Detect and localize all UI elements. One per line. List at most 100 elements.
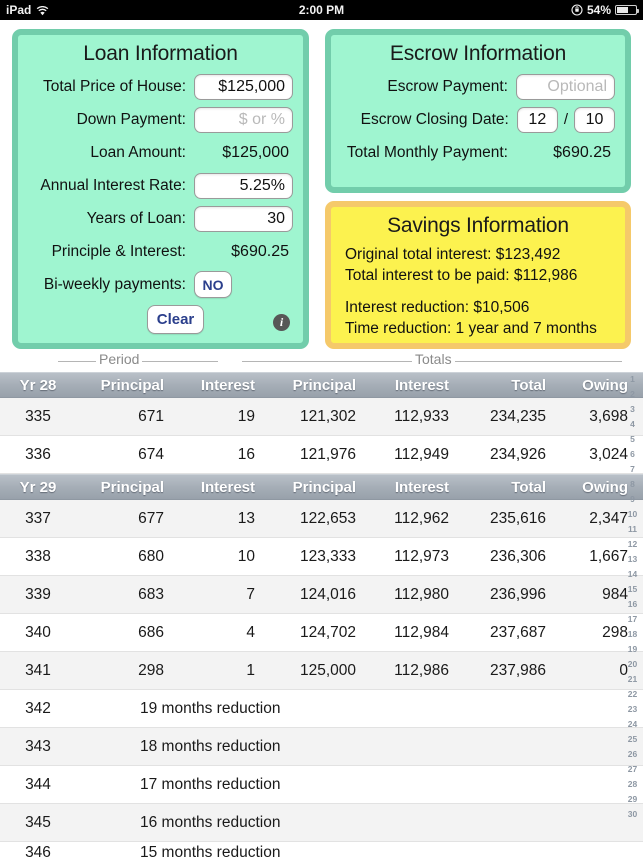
table-cell: 10	[237, 547, 255, 565]
table-cell: 234,235	[489, 407, 546, 425]
down-payment-input[interactable]: $ or %	[194, 106, 293, 133]
index-entry[interactable]: 7	[630, 462, 635, 477]
column-header: Owing	[582, 478, 628, 496]
index-entry[interactable]: 10	[628, 507, 637, 522]
column-header: Interest	[394, 478, 449, 496]
years-of-loan-input[interactable]: 30	[194, 205, 293, 232]
table-row[interactable]: 337 677 13 122,653 112,962 235,616 2,347	[0, 500, 643, 537]
escrow-panel-title: Escrow Information	[389, 42, 567, 65]
index-entry[interactable]: 11	[628, 522, 637, 537]
column-header: Interest	[200, 376, 255, 394]
interest-rate-row: Annual Interest Rate: 5.25%	[18, 169, 303, 202]
total-price-input[interactable]: $125,000	[194, 73, 293, 100]
savings-panel-title: Savings Information	[387, 214, 569, 237]
escrow-payment-label: Escrow Payment:	[387, 77, 508, 95]
index-entry[interactable]: 29	[628, 792, 637, 807]
wifi-icon	[36, 5, 49, 16]
table-row[interactable]: 336 674 16 121,976 112,949 234,926 3,024	[0, 436, 643, 473]
index-entry[interactable]: 22	[628, 687, 637, 702]
section-index-bar[interactable]: 1 2 3 4 5 6 7 8 9 10 11 12 13 14 15 16 17 18 19 20 21 22 23 24 2…	[624, 372, 641, 822]
index-entry[interactable]: 4	[630, 417, 635, 432]
principle-interest-row: Principle & Interest: $690.25	[18, 235, 303, 268]
index-entry[interactable]: 8	[630, 477, 635, 492]
index-entry[interactable]: 28	[628, 777, 637, 792]
index-entry[interactable]: 16	[628, 597, 637, 612]
column-header: Principal	[292, 478, 356, 496]
total-monthly-payment-value: $690.25	[553, 143, 611, 161]
info-icon[interactable]: i	[273, 314, 290, 331]
index-entry[interactable]: 21	[628, 672, 637, 687]
table-row[interactable]: 339 683 7 124,016 112,980 236,996 984	[0, 576, 643, 613]
loan-panel-title: Loan Information	[83, 42, 238, 65]
reduction-note: 18 months reduction	[140, 737, 281, 755]
column-header: Principal	[100, 478, 164, 496]
year-header-row: Yr 28 Principal Interest Principal Interest T…	[0, 372, 643, 398]
index-entry[interactable]: 1	[630, 372, 635, 387]
table-cell: 345	[25, 813, 51, 831]
period-group-label: Period	[96, 351, 143, 367]
escrow-closing-month-input[interactable]: 12	[516, 106, 558, 133]
table-cell: 337	[25, 509, 51, 527]
reduction-note: 16 months reduction	[140, 813, 281, 831]
index-entry[interactable]: 15	[628, 582, 637, 597]
escrow-information-panel: Escrow Information Escrow Payment: Optio…	[325, 29, 631, 193]
table-cell: 112,933	[394, 407, 449, 425]
table-cell: 343	[25, 737, 51, 755]
index-entry[interactable]: 18	[628, 627, 637, 642]
table-cell: 680	[138, 547, 164, 565]
index-entry[interactable]: 13	[628, 552, 637, 567]
index-entry[interactable]: 30	[628, 807, 637, 822]
principle-interest-label: Principle & Interest:	[51, 242, 186, 260]
table-cell: 3,698	[589, 407, 628, 425]
index-entry[interactable]: 2	[630, 387, 635, 402]
interest-rate-label: Annual Interest Rate:	[40, 176, 186, 194]
table-row[interactable]: 340 686 4 124,702 112,984 237,687 298	[0, 614, 643, 651]
table-cell: 237,687	[489, 623, 546, 641]
biweekly-toggle-button[interactable]: NO	[194, 271, 232, 298]
index-entry[interactable]: 19	[628, 642, 637, 657]
escrow-closing-date-label: Escrow Closing Date:	[360, 110, 509, 128]
table-row[interactable]: 341 298 1 125,000 112,986 237,986 0	[0, 652, 643, 689]
index-entry[interactable]: 27	[628, 762, 637, 777]
table-cell: 7	[246, 585, 255, 603]
loan-amount-row: Loan Amount: $125,000	[18, 136, 303, 169]
table-cell: 112,986	[394, 661, 449, 679]
index-entry[interactable]: 12	[628, 537, 637, 552]
table-row[interactable]: 343 18 months reduction	[0, 728, 643, 765]
index-entry[interactable]: 3	[630, 402, 635, 417]
amortization-table-wrapper[interactable]: Yr 28 Principal Interest Principal Interest T…	[0, 372, 643, 857]
index-entry[interactable]: 5	[630, 432, 635, 447]
index-entry[interactable]: 9	[630, 492, 635, 507]
years-of-loan-label: Years of Loan:	[86, 209, 186, 227]
table-row[interactable]: 335 671 19 121,302 112,933 234,235 3,698	[0, 398, 643, 435]
table-row[interactable]: 338 680 10 123,333 112,973 236,306 1,667	[0, 538, 643, 575]
clear-button[interactable]: Clear	[147, 305, 204, 334]
index-entry[interactable]: 23	[628, 702, 637, 717]
date-separator: /	[563, 111, 568, 128]
table-row[interactable]: 342 19 months reduction	[0, 690, 643, 727]
interest-rate-input[interactable]: 5.25%	[194, 172, 293, 199]
index-entry[interactable]: 6	[630, 447, 635, 462]
table-cell: 124,016	[299, 585, 356, 603]
battery-icon	[615, 5, 639, 15]
biweekly-row: Bi-weekly payments: NO	[18, 268, 303, 301]
index-entry[interactable]: 25	[628, 732, 637, 747]
index-entry[interactable]: 14	[628, 567, 637, 582]
escrow-closing-day-input[interactable]: 10	[574, 106, 615, 133]
years-of-loan-row: Years of Loan: 30	[18, 202, 303, 235]
table-cell: 13	[237, 509, 255, 527]
index-entry[interactable]: 24	[628, 717, 637, 732]
table-row[interactable]: 344 17 months reduction	[0, 766, 643, 803]
index-entry[interactable]: 20	[628, 657, 637, 672]
table-cell: 340	[25, 623, 51, 641]
savings-spacer	[345, 286, 625, 297]
index-entry[interactable]: 17	[628, 612, 637, 627]
table-row[interactable]: 345 16 months reduction	[0, 804, 643, 841]
loan-amount-value: $125,000	[222, 143, 289, 161]
table-row[interactable]: 346 15 months reduction	[0, 842, 643, 857]
escrow-payment-input[interactable]: Optional	[516, 73, 615, 100]
status-bar-left: iPad	[6, 3, 49, 17]
panels-region: Loan Information Total Price of House: $…	[0, 20, 643, 350]
table-cell: 671	[138, 407, 164, 425]
index-entry[interactable]: 26	[628, 747, 637, 762]
